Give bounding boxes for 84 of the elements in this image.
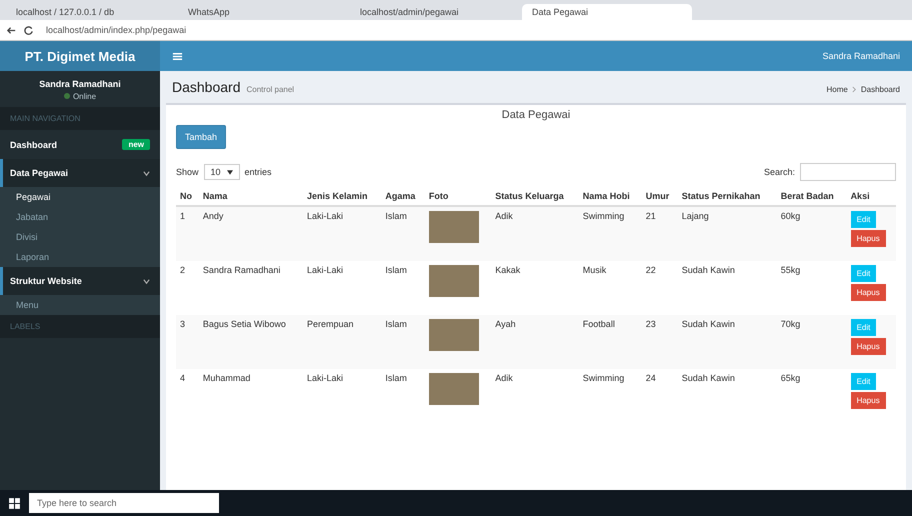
chevron-icon: [143, 278, 150, 284]
taskbar-search-field[interactable]: Type here to search: [29, 493, 219, 513]
table-cell: Sudah Kawin: [682, 265, 735, 275]
table-cell: Laki-Laki: [307, 265, 344, 275]
reload-icon[interactable]: [23, 24, 34, 36]
entries-label: entries: [244, 167, 272, 177]
table-cell: Adik: [495, 373, 513, 383]
back-arrow-icon[interactable]: [6, 24, 17, 36]
browser-tab[interactable]: localhost/admin/pegawai: [350, 4, 520, 20]
table-cell: 3: [180, 319, 186, 329]
user-status: Online: [0, 89, 160, 107]
caret-icon: [226, 170, 233, 174]
photo-placeholder: [428, 265, 479, 297]
chevron-icon: [143, 170, 150, 176]
table-cell: Andy: [202, 211, 224, 221]
sidebar-subitem[interactable]: Laporan: [0, 247, 160, 267]
table-cell: 21: [646, 211, 656, 221]
table-cell: Islam: [385, 373, 407, 383]
table-cell: 60kg: [780, 211, 800, 221]
table-cell: 24: [646, 373, 656, 383]
address-bar[interactable]: localhost/admin/index.php/pegawai: [40, 25, 192, 35]
sidebar-subitem[interactable]: Menu: [0, 295, 160, 315]
table-cell: 23: [646, 319, 656, 329]
table-cell: Kakak: [495, 265, 520, 275]
photo-placeholder: [428, 211, 479, 243]
table-cell: Football: [582, 319, 615, 329]
table-cell: Islam: [385, 265, 407, 275]
table-cell: 4: [180, 373, 186, 383]
table-cell: Ayah: [495, 319, 516, 329]
sidebar-item[interactable]: Struktur Website: [0, 267, 160, 295]
photo-placeholder: [428, 319, 479, 351]
sidebar-item[interactable]: Dashboard new: [0, 130, 160, 159]
table-cell: Lajang: [682, 211, 709, 221]
table-cell: 1: [180, 211, 186, 221]
search-label: Search:: [764, 167, 795, 177]
windows-start-icon[interactable]: [8, 496, 21, 510]
table-cell: Islam: [385, 319, 407, 329]
new-badge: new: [122, 139, 150, 150]
table-cell: Swimming: [582, 373, 624, 383]
table-cell: Swimming: [582, 211, 624, 221]
table-cell: Islam: [385, 211, 407, 221]
sidebar-subitem[interactable]: Divisi: [0, 227, 160, 247]
table-heading: Data Pegawai: [502, 109, 570, 121]
table-cell: 22: [646, 265, 656, 275]
nav-section-label: LABELS: [0, 315, 160, 338]
breadcrumb-link[interactable]: Dashboard: [860, 85, 900, 94]
sidebar-subitem[interactable]: Jabatan: [0, 207, 160, 227]
add-button[interactable]: Tambah: [176, 125, 226, 149]
browser-tab[interactable]: localhost / 127.0.0.1 / db: [6, 4, 176, 20]
table-cell: 55kg: [780, 265, 800, 275]
delete-button[interactable]: Hapus: [850, 284, 886, 301]
table-cell: Muhammad: [202, 373, 250, 383]
browser-tab[interactable]: WhatsApp: [178, 4, 348, 20]
user-name: Sandra Ramadhani: [38, 78, 122, 89]
chevron-icon: [852, 86, 857, 93]
page-subtitle: Control panel: [246, 85, 294, 94]
table-cell: Laki-Laki: [307, 211, 344, 221]
table-cell: Sandra Ramadhani: [202, 265, 280, 275]
page-title: Dashboard: [172, 79, 240, 95]
table-cell: Sudah Kawin: [682, 319, 735, 329]
photo-placeholder: [428, 373, 479, 405]
show-label: Show: [176, 167, 199, 177]
delete-button[interactable]: Hapus: [850, 230, 886, 247]
delete-button[interactable]: Hapus: [850, 338, 886, 355]
table-cell: Perempuan: [307, 319, 354, 329]
breadcrumb-link[interactable]: Home: [826, 85, 848, 94]
table-cell: Adik: [495, 211, 513, 221]
table-cell: Sudah Kawin: [682, 373, 735, 383]
sidebar-item[interactable]: Data Pegawai: [0, 159, 160, 187]
table-cell: 65kg: [780, 373, 800, 383]
table-cell: Musik: [582, 265, 606, 275]
delete-button[interactable]: Hapus: [850, 392, 886, 409]
nav-section-label: MAIN NAVIGATION: [0, 107, 160, 130]
search-field[interactable]: [800, 163, 896, 181]
table-cell: Bagus Setia Wibowo: [202, 319, 286, 329]
brand-title: PT. Digimet Media: [0, 41, 160, 71]
table-cell: 70kg: [780, 319, 800, 329]
user-name[interactable]: Sandra Ramadhani: [822, 51, 900, 61]
table-cell: 2: [180, 265, 186, 275]
sidebar-subitem[interactable]: Pegawai: [0, 187, 160, 207]
browser-tab[interactable]: Data Pegawai: [522, 4, 692, 20]
entries-select[interactable]: 10: [204, 164, 240, 180]
table-cell: Laki-Laki: [307, 373, 344, 383]
menu-icon[interactable]: [172, 50, 183, 62]
